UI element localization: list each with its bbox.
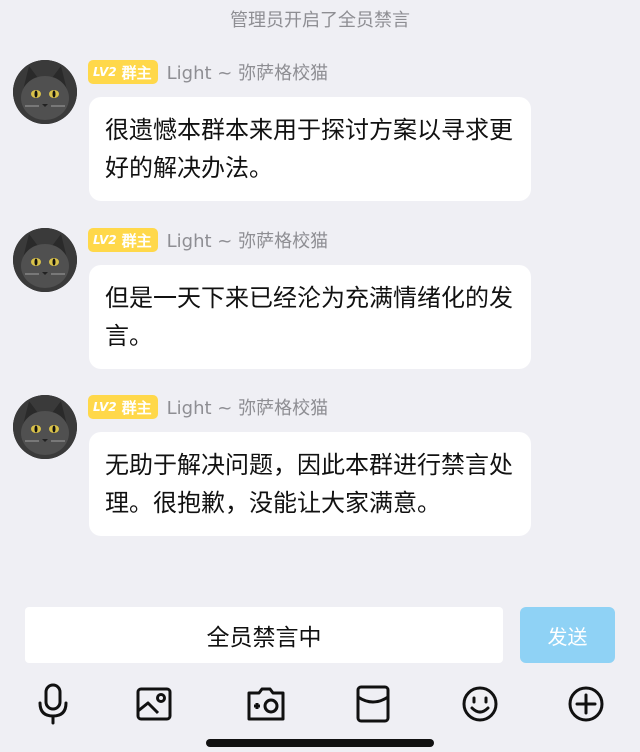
image-icon[interactable]	[126, 676, 182, 732]
input-bar: 全员禁言中 发送	[0, 605, 640, 665]
level-label: LV2	[93, 65, 117, 79]
message-bubble[interactable]: 很遗憾本群本来用于探讨方案以寻求更好的解决办法。	[89, 97, 531, 201]
message-bubble[interactable]: 但是一天下来已经沦为充满情绪化的发言。	[89, 265, 531, 369]
role-label: 群主	[121, 63, 152, 82]
camera-icon[interactable]	[238, 676, 294, 732]
send-button[interactable]: 发送	[520, 607, 615, 663]
sender-row: LV2 群主 Light ~ 弥萨格校猫	[88, 228, 328, 252]
home-indicator	[206, 739, 434, 747]
muted-input-field[interactable]: 全员禁言中	[25, 607, 503, 663]
message-bubble[interactable]: 无助于解决问题，因此本群进行禁言处理。很抱歉，没能让大家满意。	[89, 432, 531, 536]
role-label: 群主	[121, 231, 152, 250]
avatar[interactable]	[13, 228, 77, 292]
avatar[interactable]	[13, 60, 77, 124]
sender-row: LV2 群主 Light ~ 弥萨格校猫	[88, 395, 328, 419]
level-badge: LV2 群主	[88, 228, 158, 252]
sender-name[interactable]: Light ~ 弥萨格校猫	[167, 227, 328, 253]
cat-avatar-icon	[13, 228, 77, 292]
role-label: 群主	[121, 398, 152, 417]
emoji-icon[interactable]	[452, 676, 508, 732]
cat-avatar-icon	[13, 395, 77, 459]
voice-icon[interactable]	[25, 676, 81, 732]
level-label: LV2	[93, 400, 117, 414]
avatar[interactable]	[13, 395, 77, 459]
sender-row: LV2 群主 Light ~ 弥萨格校猫	[88, 60, 328, 84]
sender-name[interactable]: Light ~ 弥萨格校猫	[167, 394, 328, 420]
level-badge: LV2 群主	[88, 395, 158, 419]
level-badge: LV2 群主	[88, 60, 158, 84]
add-icon[interactable]	[558, 676, 614, 732]
input-toolbar	[0, 676, 640, 732]
sender-name[interactable]: Light ~ 弥萨格校猫	[167, 59, 328, 85]
system-notice: 管理员开启了全员禁言	[230, 10, 410, 31]
level-label: LV2	[93, 233, 117, 247]
cat-avatar-icon	[13, 60, 77, 124]
red-packet-icon[interactable]	[345, 676, 401, 732]
